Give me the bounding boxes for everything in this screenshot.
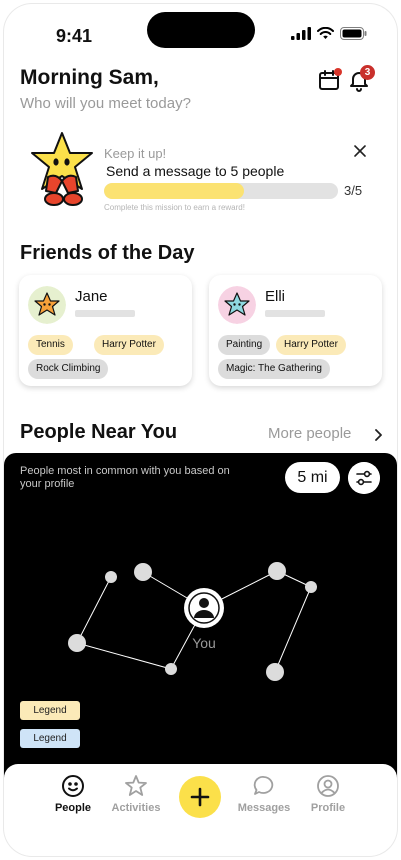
person-node[interactable] <box>266 663 284 681</box>
interest-tag: Rock Climbing <box>28 359 109 379</box>
wifi-icon <box>317 27 334 39</box>
friend-card-elli[interactable]: Elli Painting Harry Potter Magic: The Ga… <box>209 275 382 386</box>
friend-name: Jane <box>75 288 108 305</box>
mission-progress-bar <box>104 183 338 199</box>
interest-tag: Tennis <box>28 335 73 355</box>
chat-bubble-icon <box>253 776 274 795</box>
star-mascot-illustration <box>31 132 93 206</box>
close-icon[interactable] <box>353 144 367 158</box>
avatar <box>28 286 66 324</box>
greeting-subtitle: Who will you meet today? <box>20 95 191 112</box>
greeting: Morning Sam, <box>20 66 159 89</box>
mission-progress-fill <box>104 183 245 199</box>
friends-of-the-day-title: Friends of the Day <box>20 242 195 264</box>
cellular-signal-icon <box>291 27 311 40</box>
person-node[interactable] <box>105 571 117 583</box>
person-node[interactable] <box>165 663 177 675</box>
nav-messages[interactable]: Messages <box>229 774 299 814</box>
people-near-you-title: People Near You <box>20 421 178 443</box>
phone-screen: 9:41 Morning Sam, Who will you meet toda… <box>4 4 397 856</box>
star-icon <box>125 775 147 796</box>
chevron-right-icon[interactable] <box>373 428 383 442</box>
legend-chip: Legend <box>20 729 80 748</box>
plus-icon <box>190 787 210 807</box>
person-node[interactable] <box>68 634 86 652</box>
interest-tag: Harry Potter <box>276 335 346 355</box>
distance-filter-button[interactable]: 5 mi <box>285 462 340 493</box>
mission-progress-label: 3/5 <box>344 183 363 198</box>
status-icons <box>291 27 367 40</box>
map-caption: People most in common with you based on … <box>20 465 230 490</box>
person-node[interactable] <box>268 562 286 580</box>
legend-chip: Legend <box>20 701 80 720</box>
person-node[interactable] <box>134 563 152 581</box>
nav-activities[interactable]: Activities <box>101 774 171 814</box>
bottom-nav: People Activities Messages Profile <box>4 764 397 856</box>
battery-icon <box>340 27 367 40</box>
people-map[interactable]: You People most in common with you based… <box>4 453 397 793</box>
nav-profile[interactable]: Profile <box>293 774 363 814</box>
filter-sliders-icon[interactable] <box>348 462 380 494</box>
friend-detail-placeholder <box>265 310 325 317</box>
mission-title: Send a message to 5 people <box>106 163 285 179</box>
mission-hint: Complete this mission to earn a reward! <box>104 203 245 212</box>
avatar <box>218 286 256 324</box>
person-node[interactable] <box>305 581 317 593</box>
interest-tag: Painting <box>218 335 271 355</box>
friend-detail-placeholder <box>75 310 135 317</box>
notification-badge: 3 <box>360 65 375 80</box>
nav-people[interactable]: People <box>38 774 108 814</box>
create-button[interactable] <box>179 776 221 818</box>
nav-label: Activities <box>111 802 161 814</box>
dynamic-island <box>147 12 255 48</box>
nav-label: Profile <box>310 802 346 814</box>
you-label: You <box>192 635 216 651</box>
friend-name: Elli <box>265 288 286 305</box>
interest-tag: Harry Potter <box>94 335 164 355</box>
more-people-link[interactable]: More people <box>268 425 351 442</box>
friend-card-jane[interactable]: Jane Tennis Harry Potter Rock Climbing <box>19 275 192 386</box>
nav-label: People <box>54 802 92 814</box>
calendar-alert-dot <box>334 68 342 76</box>
status-time: 9:41 <box>56 26 93 46</box>
nav-label: Messages <box>237 802 291 814</box>
interest-tag: Magic: The Gathering <box>218 359 330 379</box>
mission-kicker: Keep it up! <box>104 146 167 161</box>
you-avatar-icon <box>184 588 224 628</box>
smiley-icon <box>62 775 84 797</box>
profile-icon <box>317 775 339 797</box>
